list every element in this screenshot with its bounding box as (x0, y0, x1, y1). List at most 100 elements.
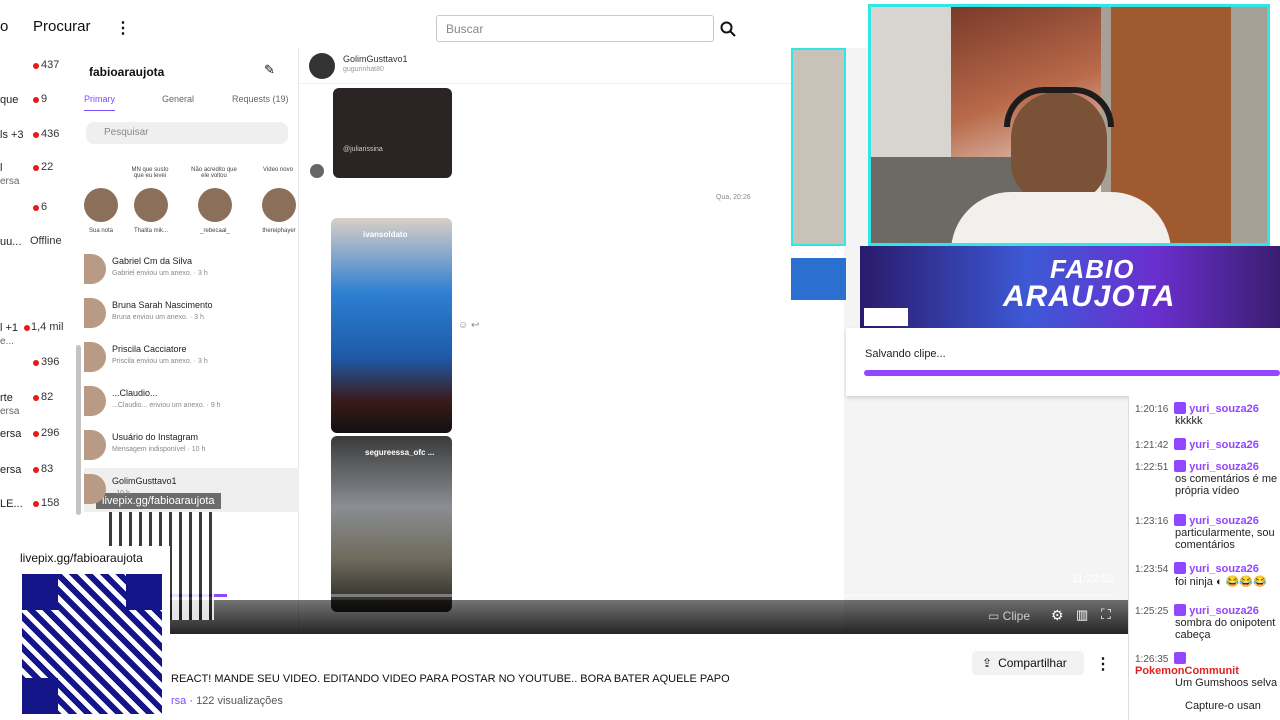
banner-qr-icon (864, 308, 908, 326)
chat-username[interactable]: yuri_souza26 (1186, 461, 1259, 473)
share-icon: ⇪ (982, 656, 993, 670)
reel-author: ivansoldato (363, 230, 408, 239)
chat-timestamp: 1:23:54 (1135, 564, 1172, 575)
channel-category: ersa (0, 176, 20, 187)
chat-message: 1:25:25 yuri_souza26 sombra do onipotent … (1135, 604, 1280, 641)
channel-item[interactable]: 6 (0, 196, 84, 232)
channel-item[interactable]: uu... Offline (0, 230, 84, 266)
story-note: MN que susto que eu levei (131, 167, 169, 179)
viewer-count: 82 (41, 391, 54, 403)
nav-link-truncated[interactable]: o (0, 18, 8, 35)
channel-item[interactable]: rte ersa 82 (0, 386, 84, 422)
subscriber-badge-icon (1174, 652, 1187, 664)
story-avatar (134, 188, 168, 222)
conversation-header: GolimGusttavo1 gugurinhat80 (299, 48, 844, 84)
background-frame (791, 48, 846, 246)
media-message-1: @juliarissina (333, 88, 452, 178)
channel-item[interactable]: 437 (0, 54, 84, 90)
channel-name: l (0, 162, 3, 174)
viewer-count: 22 (41, 161, 54, 173)
nav-link-browse[interactable]: Procurar (33, 18, 91, 35)
live-indicator-icon (24, 325, 30, 331)
category-link[interactable]: rsa (171, 695, 186, 707)
theatre-mode-icon[interactable]: ▥ (1076, 607, 1088, 623)
channel-item[interactable]: ersa 83 (0, 458, 84, 494)
channel-item[interactable]: ersa 296 (0, 422, 84, 458)
channel-category: e... (0, 336, 14, 347)
chat-message: 1:26:35 PokemonCommunit Um Gumshoos selva (1135, 652, 1280, 689)
chat-username[interactable]: PokemonCommunit (1135, 665, 1280, 677)
streamer-shirt (951, 192, 1171, 243)
avatar (310, 164, 324, 178)
clip-button[interactable]: ▭ Clipe (988, 609, 1030, 623)
conversation-name: Priscila Cacciatore (112, 344, 187, 354)
stream-title: REACT! MANDE SEU VIDEO. EDITANDO VIDEO P… (171, 673, 730, 685)
search-button[interactable] (714, 15, 742, 42)
share-button[interactable]: ⇪ Compartilhar (972, 651, 1084, 675)
conversation-name: Usuário do Instagram (112, 432, 199, 442)
message-timestamp: Qua, 20:26 (716, 194, 751, 201)
channel-item[interactable]: l +1 e... 1,4 mil (0, 316, 84, 352)
subscriber-badge-icon (1174, 460, 1187, 472)
conversation-item: Gabriel Cm da Silva Gabriel enviou um ane… (84, 248, 299, 292)
avatar (309, 53, 335, 79)
conversation-preview: Bruna enviou um anexo. · 3 h (112, 314, 204, 321)
chat-message: 1:20:16 yuri_souza26 kkkkk (1135, 402, 1280, 427)
qr-code-large (22, 574, 162, 714)
more-options-icon[interactable]: ⋮ (1095, 654, 1111, 674)
reel-message-1: ivansoldato (331, 218, 452, 433)
chat-text: kkkkk (1175, 415, 1203, 427)
fullscreen-icon[interactable]: ⛶ (1101, 606, 1111, 623)
conversation-preview: ...Claudio... enviou um anexo. · 9 h (112, 402, 221, 409)
background-frame (791, 258, 846, 300)
subscriber-badge-icon (1174, 604, 1187, 616)
story-avatar (84, 188, 118, 222)
clip-saving-panel: Salvando clipe... (846, 328, 1280, 396)
channel-name: ls +3 (0, 129, 24, 141)
channel-banner: FABIO ARAUJOTA (860, 246, 1280, 328)
channel-item[interactable]: que 9 (0, 88, 84, 124)
viewer-count: 436 (41, 128, 60, 140)
live-indicator-icon (33, 205, 39, 211)
live-indicator-icon (33, 395, 39, 401)
chat-message: 1:23:16 yuri_souza26 particularmente, sou… (1135, 514, 1280, 551)
chat-username[interactable]: yuri_souza26 (1186, 563, 1259, 575)
channel-category: ersa (0, 406, 20, 417)
chat-text: foi ninja ◐ 😂😂😂 (1175, 576, 1267, 588)
channel-item[interactable]: l ersa 22 (0, 156, 84, 192)
chat-text: sombra do onipotent cabeça (1175, 617, 1276, 641)
chat-timestamp: 1:26:35 (1135, 654, 1172, 665)
subscriber-badge-icon (1174, 438, 1187, 450)
share-label: Compartilhar (998, 656, 1067, 670)
sidebar-scrollbar[interactable] (76, 345, 81, 515)
settings-icon[interactable]: ⚙ (1051, 607, 1064, 624)
story-avatar (198, 188, 232, 222)
story-username: _rebecaal_ (200, 228, 230, 234)
channel-item[interactable]: LE... 158 (0, 492, 84, 528)
channel-name: que (0, 94, 19, 106)
chat-replay: 1:20:16 yuri_souza26 kkkkk 1:21:42 yuri_so… (1128, 396, 1280, 720)
avatar (84, 342, 106, 372)
story-note: Video novo (263, 167, 293, 173)
live-indicator-icon (33, 97, 39, 103)
chat-timestamp: 1:20:16 (1135, 404, 1172, 415)
playback-time: 11:23:52 (1072, 573, 1115, 585)
search-icon (720, 21, 736, 37)
chat-username[interactable]: yuri_souza26 (1186, 403, 1259, 415)
seek-bar[interactable] (170, 594, 1114, 597)
qr-code-panel (12, 546, 170, 720)
search-input[interactable]: Buscar (436, 15, 714, 42)
viewer-count: 437 (41, 59, 60, 71)
chat-username[interactable]: yuri_souza26 (1186, 439, 1259, 451)
subscriber-badge-icon (1174, 402, 1187, 414)
thread-username: GolimGusttavo1 (343, 54, 408, 64)
channel-item[interactable]: ls +3 436 (0, 123, 84, 159)
story-username: Thalita mik... (133, 228, 168, 234)
viewer-count: 6 (41, 201, 48, 213)
conversation-name: GolimGusttavo1 (112, 476, 177, 486)
more-options-icon[interactable]: ⋮ (115, 18, 131, 38)
channel-item[interactable]: 396 (0, 351, 84, 387)
chat-username[interactable]: yuri_souza26 (1186, 605, 1259, 617)
chat-username[interactable]: yuri_souza26 (1186, 515, 1259, 527)
viewer-count: 396 (41, 356, 60, 368)
